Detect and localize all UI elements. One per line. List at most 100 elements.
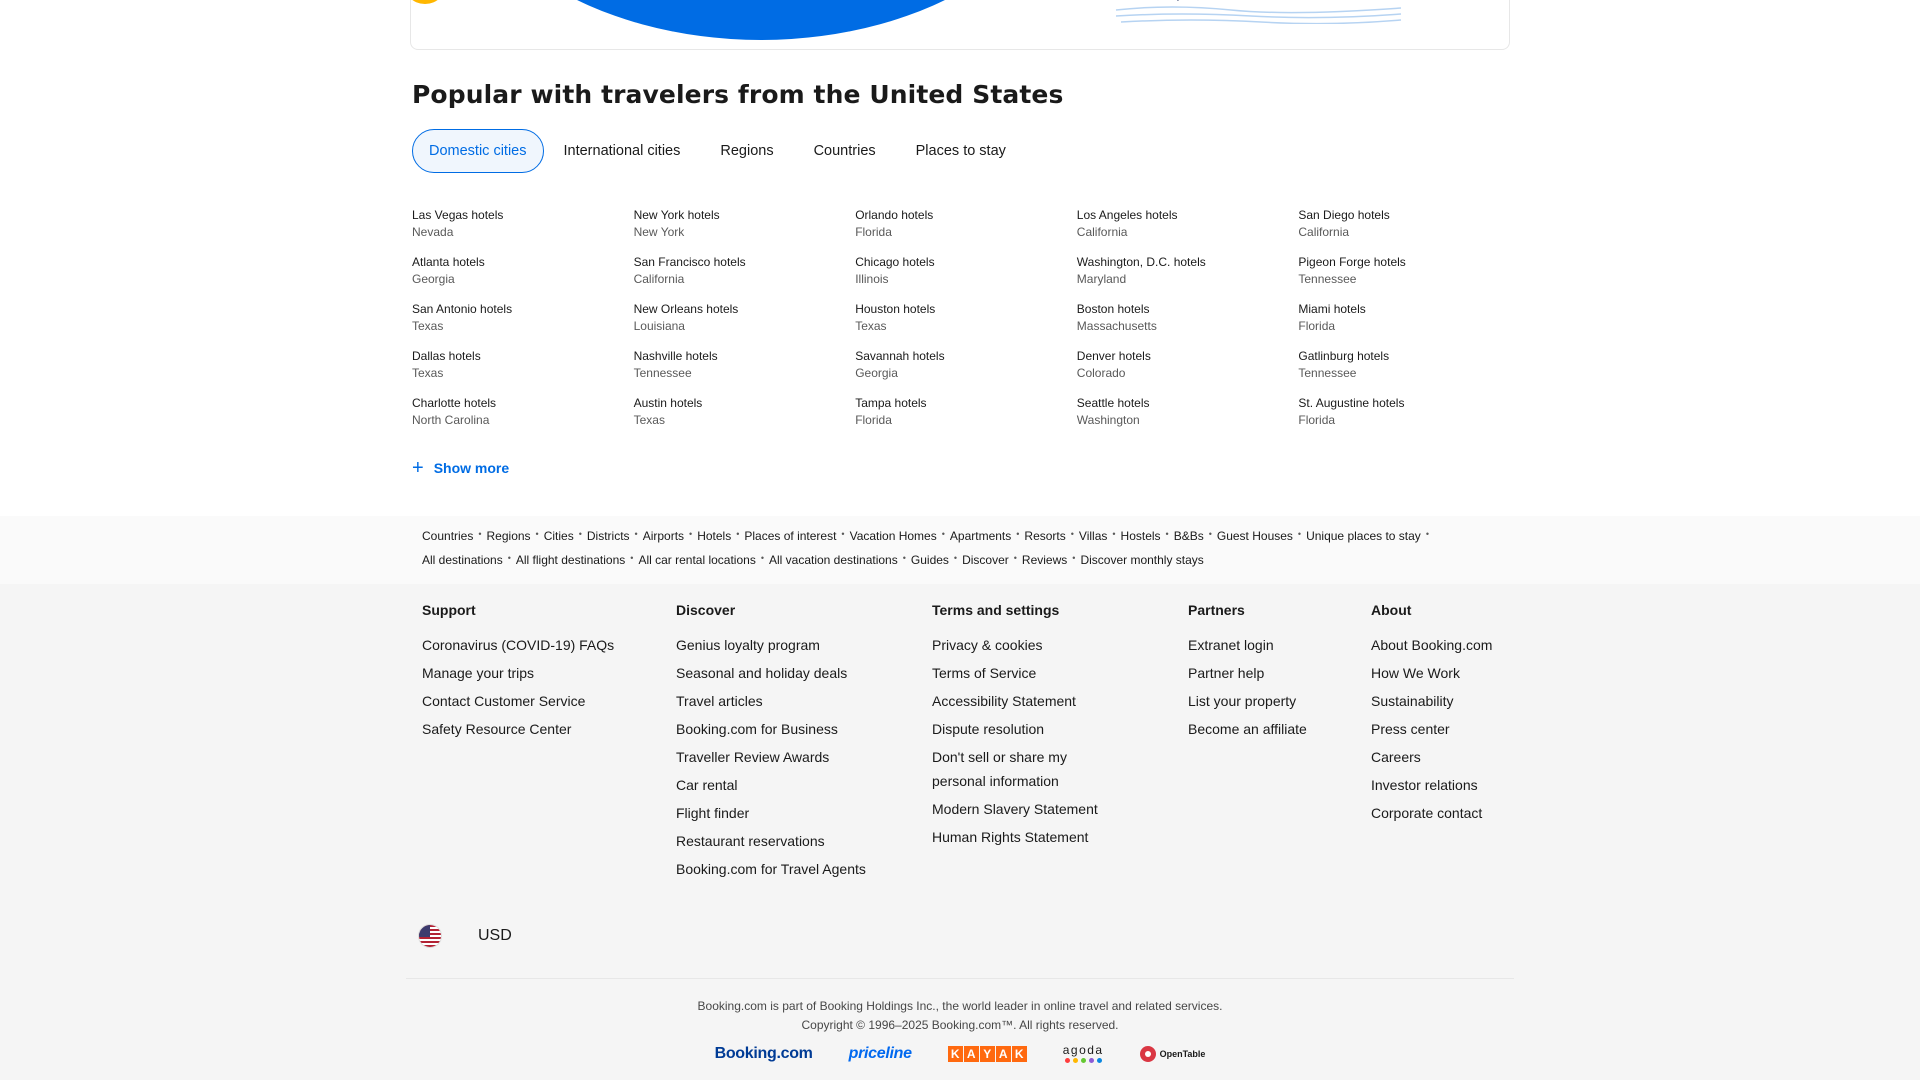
footer-link[interactable]: Terms of Service [932, 661, 1112, 685]
sitemap-link[interactable]: Places of interest [744, 529, 836, 543]
tab-places-to-stay[interactable]: Places to stay [896, 129, 1026, 173]
kayak-letter: A [995, 1045, 1011, 1062]
footer-link[interactable]: List your property [1188, 689, 1307, 713]
city-link[interactable]: Gatlinburg hotels Tennessee [1298, 348, 1520, 382]
city-link[interactable]: Savannah hotels Georgia [855, 348, 1077, 382]
show-more-button[interactable]: + Show more [412, 458, 509, 478]
city-link[interactable]: Chicago hotels Illinois [855, 254, 1077, 288]
sitemap-link[interactable]: Vacation Homes [850, 529, 937, 543]
footer-link[interactable]: Flight finder [676, 801, 896, 825]
footer-link[interactable]: How We Work [1371, 661, 1492, 685]
footer-link[interactable]: Booking.com for Business [676, 717, 896, 741]
footer-link[interactable]: Contact Customer Service [422, 689, 614, 713]
sitemap-link[interactable]: Airports [643, 529, 684, 543]
sitemap-link[interactable]: Hostels [1121, 529, 1161, 543]
sitemap-link[interactable]: Discover [962, 553, 1009, 567]
opentable-logo[interactable]: OpenTable [1139, 1045, 1205, 1062]
footer-link[interactable]: Manage your trips [422, 661, 614, 685]
footer-link[interactable]: Accessibility Statement [932, 689, 1112, 713]
tab-domestic-cities[interactable]: Domestic cities [412, 129, 544, 173]
sitemap-link[interactable]: All flight destinations [516, 553, 625, 567]
city-link[interactable]: Miami hotels Florida [1298, 301, 1520, 335]
booking-logo[interactable]: Booking.com [715, 1045, 813, 1063]
city-link[interactable]: Boston hotels Massachusetts [1077, 301, 1299, 335]
footer-link[interactable]: Modern Slavery Statement [932, 797, 1112, 821]
sitemap-link[interactable]: Cities [544, 529, 574, 543]
separator-dot: • [760, 553, 764, 563]
sitemap-link[interactable]: Unique places to stay [1306, 529, 1421, 543]
priceline-logo[interactable]: priceline [849, 1045, 912, 1063]
footer-link[interactable]: Become an affiliate [1188, 717, 1307, 741]
city-link[interactable]: Orlando hotels Florida [855, 207, 1077, 241]
footer-link[interactable]: Careers [1371, 745, 1492, 769]
city-link[interactable]: Pigeon Forge hotels Tennessee [1298, 254, 1520, 288]
sitemap-link[interactable]: All destinations [422, 553, 503, 567]
sitemap-links-row-1: Countries • Regions • Cities • Districts • Airpo… [422, 529, 1522, 543]
sitemap-link[interactable]: All car rental locations [638, 553, 755, 567]
tab-countries[interactable]: Countries [794, 129, 896, 173]
sitemap-link[interactable]: Resorts [1024, 529, 1065, 543]
city-link[interactable]: Seattle hotels Washington [1077, 395, 1299, 429]
city-link[interactable]: San Antonio hotels Texas [412, 301, 634, 335]
city-link[interactable]: San Francisco hotels California [634, 254, 856, 288]
city-link[interactable]: New Orleans hotels Louisiana [634, 301, 856, 335]
footer-link[interactable]: Extranet login [1188, 633, 1307, 657]
agoda-logo[interactable]: agoda [1063, 1044, 1104, 1063]
city-link[interactable]: Nashville hotels Tennessee [634, 348, 856, 382]
sitemap-link[interactable]: All vacation destinations [769, 553, 898, 567]
agoda-dots [1063, 1058, 1104, 1063]
footer-link[interactable]: Human Rights Statement [932, 825, 1112, 849]
footer-link[interactable]: Privacy & cookies [932, 633, 1112, 657]
footer-link[interactable]: Traveller Review Awards [676, 745, 896, 769]
footer-link[interactable]: Partner help [1188, 661, 1307, 685]
sitemap-link[interactable]: Guides [911, 553, 949, 567]
tab-regions[interactable]: Regions [700, 129, 793, 173]
city-link[interactable]: Charlotte hotels North Carolina [412, 395, 634, 429]
city-link[interactable]: Washington, D.C. hotels Maryland [1077, 254, 1299, 288]
city-link[interactable]: St. Augustine hotels Florida [1298, 395, 1520, 429]
footer-col-support: Support Coronavirus (COVID-19) FAQs Manag… [422, 602, 614, 745]
footer-link[interactable]: Seasonal and holiday deals [676, 661, 896, 685]
footer-link[interactable]: Dispute resolution [932, 717, 1112, 741]
footer-link[interactable]: Sustainability [1371, 689, 1492, 713]
sitemap-link[interactable]: Districts [587, 529, 630, 543]
tab-international-cities[interactable]: International cities [544, 129, 701, 173]
footer-link[interactable]: About Booking.com [1371, 633, 1492, 657]
sitemap-link[interactable]: Countries [422, 529, 473, 543]
city-link[interactable]: Dallas hotels Texas [412, 348, 634, 382]
city-link[interactable]: Los Angeles hotels California [1077, 207, 1299, 241]
city-link[interactable]: Houston hotels Texas [855, 301, 1077, 335]
footer-link[interactable]: Investor relations [1371, 773, 1492, 797]
sitemap-link[interactable]: Discover monthly stays [1080, 553, 1203, 567]
city-link[interactable]: Las Vegas hotels Nevada [412, 207, 634, 241]
footer-link[interactable]: Restaurant reservations [676, 829, 896, 853]
city-link[interactable]: New York hotels New York [634, 207, 856, 241]
footer-link[interactable]: Booking.com for Travel Agents [676, 857, 896, 881]
city-link[interactable]: Atlanta hotels Georgia [412, 254, 634, 288]
footer-col-title: Discover [676, 602, 736, 618]
footer-link[interactable]: Corporate contact [1371, 801, 1492, 825]
us-flag-icon[interactable] [418, 924, 442, 948]
footer-link[interactable]: Travel articles [676, 689, 896, 713]
sitemap-link[interactable]: B&Bs [1174, 529, 1204, 543]
city-region: Washington [1076, 413, 1140, 427]
sitemap-link[interactable]: Regions [487, 529, 531, 543]
footer-link[interactable]: Genius loyalty program [676, 633, 896, 657]
kayak-logo[interactable]: KAYAK [947, 1045, 1027, 1062]
footer-link[interactable]: Safety Resource Center [422, 717, 614, 741]
footer-link[interactable]: Press center [1371, 717, 1492, 741]
sitemap-link[interactable]: Hotels [697, 529, 731, 543]
sitemap-link[interactable]: Villas [1079, 529, 1107, 543]
footer-link[interactable]: Coronavirus (COVID-19) FAQs [422, 633, 614, 657]
footer-link[interactable]: Don't sell or share my personal informat… [932, 745, 1112, 793]
city-link[interactable]: Austin hotels Texas [634, 395, 856, 429]
city-region: Florida [1298, 319, 1336, 333]
city-link[interactable]: Denver hotels Colorado [1077, 348, 1299, 382]
currency-button[interactable]: USD [478, 927, 512, 945]
sitemap-link[interactable]: Reviews [1022, 553, 1067, 567]
sitemap-link[interactable]: Guest Houses [1217, 529, 1293, 543]
sitemap-link[interactable]: Apartments [950, 529, 1011, 543]
footer-link[interactable]: Car rental [676, 773, 896, 797]
city-link[interactable]: San Diego hotels California [1298, 207, 1520, 241]
city-link[interactable]: Tampa hotels Florida [855, 395, 1077, 429]
